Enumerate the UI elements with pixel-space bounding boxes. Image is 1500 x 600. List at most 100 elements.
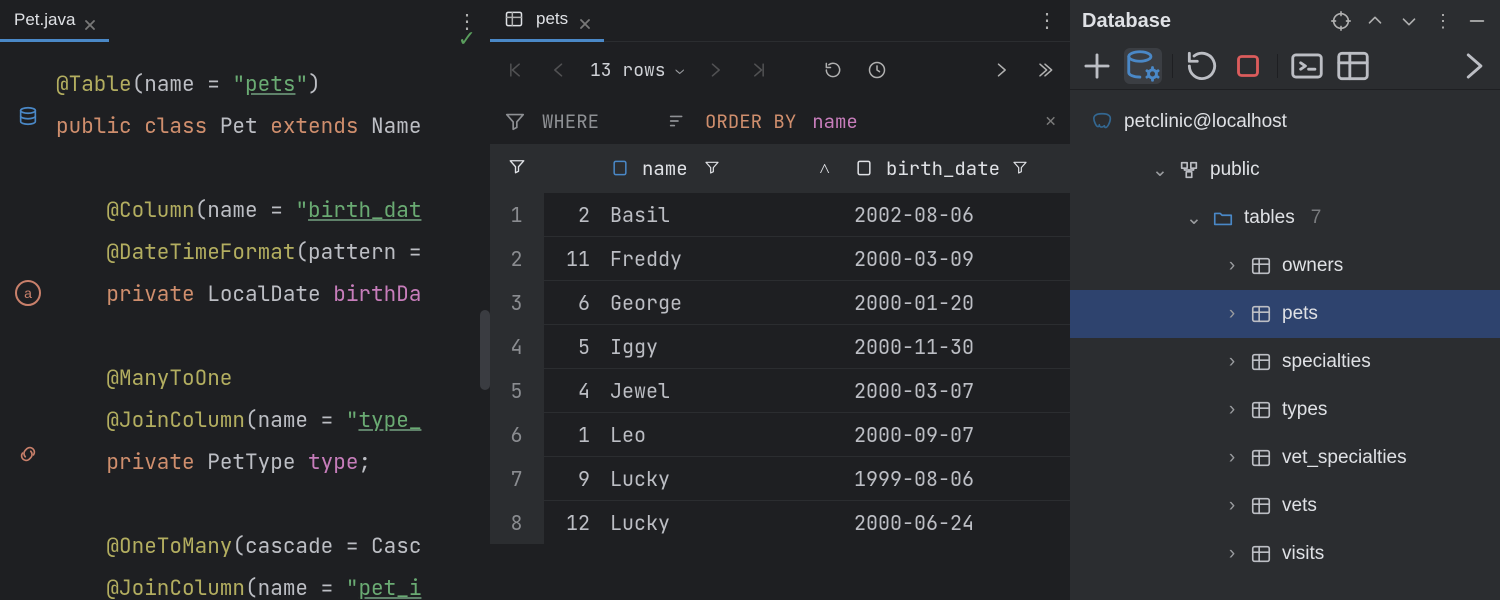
sort-icon[interactable] [667,110,689,132]
cell-birth-date[interactable]: 2000-03-07 [840,378,1070,404]
code-line[interactable]: private LocalDate birthDa [56,274,490,316]
add-datasource-icon[interactable] [1078,48,1116,84]
tree-table-vet_specialties[interactable]: ›vet_specialties [1070,434,1500,482]
order-by-field[interactable]: name [812,109,858,134]
database-gutter-icon[interactable] [16,104,40,128]
code-line[interactable]: public class Pet extends Name [56,106,490,148]
stop-icon[interactable] [1229,48,1267,84]
cell-id[interactable]: 11 [544,237,600,280]
code-line[interactable] [56,316,490,358]
refresh-icon[interactable] [1183,48,1221,84]
cell-id[interactable]: 2 [544,193,600,236]
tree-table-visits[interactable]: ›visits [1070,530,1500,578]
cell-name[interactable]: Jewel [600,378,840,404]
cell-name[interactable]: Basil [600,202,840,228]
table-row[interactable]: 45Iggy2000-11-30 [490,324,1070,368]
table-row[interactable]: 54Jewel2000-03-07 [490,368,1070,412]
chevron-double-right-icon[interactable] [1032,57,1058,83]
annotation-gutter-icon[interactable]: a [15,280,41,306]
cell-name[interactable]: George [600,290,840,316]
tab-pets-table[interactable]: pets [490,0,604,42]
cell-name[interactable]: Iggy [600,334,840,360]
link-gutter-icon[interactable] [16,442,40,466]
table-row[interactable]: 61Leo2000-09-07 [490,412,1070,456]
cell-id[interactable]: 5 [544,325,600,368]
row-count-dropdown[interactable]: 13 rows ⌄ [590,59,684,82]
scrollbar-thumb[interactable] [480,310,490,390]
code-line[interactable]: @Column(name = "birth_dat [56,190,490,232]
table-row[interactable]: 36George2000-01-20 [490,280,1070,324]
last-page-icon[interactable] [746,57,772,83]
code-line[interactable]: @JoinColumn(name = "type_ [56,400,490,442]
table-row[interactable]: 812Lucky2000-06-24 [490,500,1070,544]
minimize-icon[interactable] [1466,10,1488,32]
table-row[interactable]: 79Lucky1999-08-06 [490,456,1070,500]
jump-to-table-icon[interactable] [1334,48,1372,84]
cell-id[interactable]: 12 [544,501,600,544]
target-icon[interactable] [1330,10,1352,32]
cell-birth-date[interactable]: 2000-03-09 [840,246,1070,272]
cell-birth-date[interactable]: 1999-08-06 [840,466,1070,492]
prev-page-icon[interactable] [546,57,572,83]
funnel-icon[interactable] [504,110,526,132]
more-icon[interactable]: ⋮ [1432,10,1454,32]
code-line[interactable]: @JoinColumn(name = "pet_i [56,568,490,600]
tree-table-types[interactable]: ›types [1070,386,1500,434]
funnel-icon[interactable] [1012,156,1028,181]
close-icon[interactable] [580,14,590,24]
code-line[interactable]: @Table(name = "pets") [56,64,490,106]
column-header-name[interactable]: name ˄ [600,156,840,181]
cell-name[interactable]: Lucky [600,510,840,536]
no-problems-check-icon[interactable]: ✓ [458,26,476,52]
funnel-icon[interactable] [704,156,720,181]
cell-birth-date[interactable]: 2000-01-20 [840,290,1070,316]
tree-tables-folder[interactable]: ⌄ tables 7 [1070,194,1500,242]
cell-id[interactable]: 9 [544,457,600,500]
tree-table-pets[interactable]: ›pets [1070,290,1500,338]
tree-schema[interactable]: ⌄ public [1070,146,1500,194]
cell-name[interactable]: Lucky [600,466,840,492]
funnel-icon[interactable] [508,156,526,181]
reload-icon[interactable] [820,57,846,83]
next-page-icon[interactable] [702,57,728,83]
history-icon[interactable] [864,57,890,83]
sort-asc-icon[interactable]: ˄ [819,156,830,181]
code-area[interactable]: @Table(name = "pets")public class Pet ex… [56,42,490,600]
table-row[interactable]: 12Basil2002-08-06 [490,192,1070,236]
chevron-right-icon[interactable] [1454,48,1492,84]
close-icon[interactable] [85,15,95,25]
tree-table-vets[interactable]: ›vets [1070,482,1500,530]
tree-table-specialties[interactable]: ›specialties [1070,338,1500,386]
code-line[interactable] [56,484,490,526]
code-line[interactable]: @ManyToOne [56,358,490,400]
expand-up-icon[interactable] [1364,10,1386,32]
cell-id[interactable]: 1 [544,413,600,456]
open-console-icon[interactable] [1288,48,1326,84]
datasource-properties-icon[interactable] [1124,48,1162,84]
code-line[interactable] [56,148,490,190]
first-page-icon[interactable] [502,57,528,83]
cell-id[interactable]: 6 [544,281,600,324]
data-tab-menu-icon[interactable]: ⋮ [1032,8,1064,33]
cell-birth-date[interactable]: 2000-09-07 [840,422,1070,448]
code-line[interactable]: private PetType type; [56,442,490,484]
clear-filter-icon[interactable]: ✕ [1045,110,1056,133]
cell-birth-date[interactable]: 2000-11-30 [840,334,1070,360]
cell-birth-date[interactable]: 2002-08-06 [840,202,1070,228]
tree-table-owners[interactable]: ›owners [1070,242,1500,290]
database-tree[interactable]: petclinic@localhost ⌄ public ⌄ tables 7 … [1070,90,1500,586]
where-placeholder[interactable]: WHERE [542,109,599,134]
chevron-right-icon[interactable] [988,57,1014,83]
table-row[interactable]: 211Freddy2000-03-09 [490,236,1070,280]
grid-body[interactable]: 12Basil2002-08-06211Freddy2000-03-0936Ge… [490,192,1070,544]
cell-birth-date[interactable]: 2000-06-24 [840,510,1070,536]
tree-datasource[interactable]: petclinic@localhost [1070,98,1500,146]
column-header-birth-date[interactable]: birth_date [840,156,1070,181]
cell-name[interactable]: Leo [600,422,840,448]
cell-name[interactable]: Freddy [600,246,840,272]
collapse-down-icon[interactable] [1398,10,1420,32]
code-line[interactable]: @DateTimeFormat(pattern = [56,232,490,274]
code-line[interactable]: @OneToMany(cascade = Casc [56,526,490,568]
cell-id[interactable]: 4 [544,369,600,412]
tab-pet-java[interactable]: Pet.java [0,0,109,42]
